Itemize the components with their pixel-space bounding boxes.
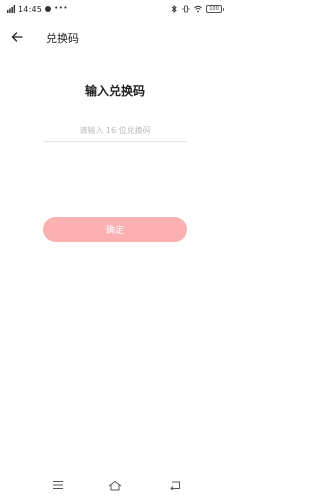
return-icon (170, 481, 180, 490)
home-icon (108, 480, 122, 490)
battery-icon: 100 (206, 5, 224, 13)
wifi-icon (194, 5, 202, 13)
redeem-code-input[interactable] (43, 120, 187, 142)
menu-icon (53, 481, 63, 489)
vibrate-icon (182, 5, 190, 13)
cellular-signal-icon (7, 5, 15, 13)
bluetooth-icon (171, 5, 177, 13)
system-nav-bar (0, 472, 230, 498)
status-bar: 14:45 ••• 100 (0, 0, 230, 18)
confirm-button[interactable]: 确定 (43, 217, 187, 242)
status-bar-right: 100 (170, 3, 224, 15)
status-time: 14:45 (18, 4, 43, 14)
more-notifications-icon: ••• (54, 3, 68, 12)
page-header-title: 兑换码 (46, 32, 79, 45)
nav-back-button[interactable] (168, 478, 182, 492)
page-title: 输入兑换码 (84, 84, 145, 98)
nav-home-button[interactable] (108, 478, 122, 492)
back-button[interactable] (9, 29, 25, 45)
arrow-left-icon (11, 32, 23, 42)
nav-menu-button[interactable] (51, 478, 65, 492)
notification-dot-icon (45, 6, 52, 12)
status-bar-left: 14:45 ••• (7, 3, 68, 15)
app-header: 兑换码 (0, 24, 230, 50)
